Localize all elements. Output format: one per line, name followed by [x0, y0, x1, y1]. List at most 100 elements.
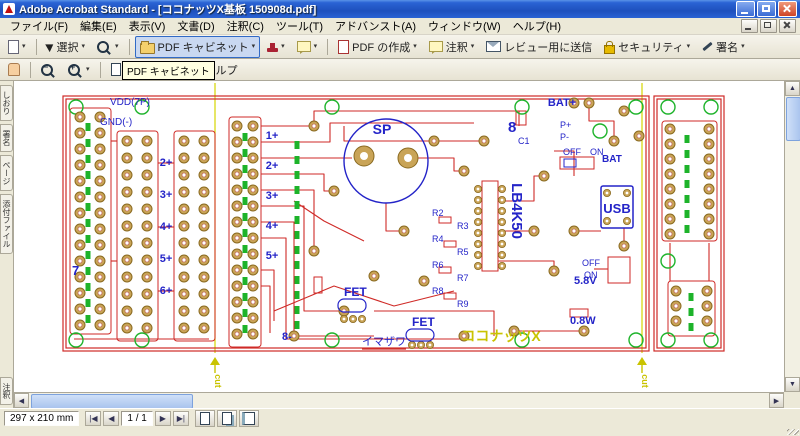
scroll-right-button[interactable]: ▶ [769, 393, 784, 408]
menu-document[interactable]: 文書(D) [171, 17, 220, 35]
sign-button[interactable]: 署名 ▾ [697, 36, 750, 58]
label-m3: 3+ [266, 190, 279, 202]
chevron-down-icon: ▾ [471, 43, 475, 50]
previous-page-button[interactable]: ◀ [103, 411, 119, 426]
label-m5: 5+ [266, 250, 279, 262]
label-4plus: 4+ [160, 221, 173, 233]
menu-edit[interactable]: 編集(E) [74, 17, 123, 35]
menu-help[interactable]: ヘルプ(H) [507, 17, 567, 35]
label-r7: R7 [457, 273, 469, 283]
menu-file[interactable]: ファイル(F) [4, 17, 74, 35]
sidebar-tab-comments[interactable]: 注釈 [0, 377, 13, 405]
label-r9: R9 [457, 299, 469, 309]
first-page-button[interactable]: |◀ [85, 411, 101, 426]
zoom-tool-button[interactable]: ▾ [92, 38, 124, 56]
mail-icon [486, 41, 501, 52]
select-tool-label: 選択 [57, 39, 79, 55]
sign-label: 署名 [716, 39, 738, 55]
scroll-down-button[interactable]: ▼ [785, 377, 800, 392]
send-for-review-label: レビュー用に送信 [504, 39, 592, 55]
resize-grip[interactable] [787, 429, 799, 435]
label-sp: SP [373, 121, 392, 137]
continuous-view-button[interactable] [217, 410, 237, 427]
vertical-scrollbar[interactable]: ▲ ▼ [784, 81, 800, 392]
sidebar-tab-signatures[interactable]: 署名 [0, 124, 13, 152]
main-toolbar: ▾ 選択 ▾ ▾ PDF キャビネット ▾ ▾ ▾ PDF の作成 ▾ 注釈 ▾… [0, 35, 800, 59]
security-label: セキュリティ [618, 39, 683, 55]
menu-window[interactable]: ウィンドウ(W) [422, 17, 507, 35]
page-navigation: |◀ ◀ 1 / 1 ▶ ▶| [85, 411, 188, 426]
create-pdf-button[interactable]: PDF の作成 ▾ [333, 36, 422, 58]
scroll-up-button[interactable]: ▲ [785, 81, 800, 96]
horizontal-scrollbar[interactable]: ◀ ▶ [14, 392, 784, 408]
hand-icon [8, 63, 20, 76]
comment-label: 注釈 [446, 39, 468, 55]
label-watt: 0.8W [570, 315, 596, 327]
label-5plus: 5+ [160, 253, 173, 265]
select-cursor-icon [45, 41, 56, 52]
minimize-button[interactable] [736, 1, 755, 17]
label-num8: 8 [508, 119, 516, 136]
actual-size-icon [111, 63, 121, 76]
acrobat-app-icon [3, 3, 15, 15]
label-2plus: 2+ [160, 157, 173, 169]
sidebar-tab-attachments[interactable]: 添付ファイル [0, 194, 13, 254]
hand-tool-button[interactable] [3, 60, 25, 79]
note-tool-button[interactable]: ▾ [292, 38, 323, 55]
label-gnd: GND(-) [100, 117, 132, 128]
facing-view-button[interactable] [239, 410, 259, 427]
pdf-cabinet-button[interactable]: PDF キャビネット ▾ [135, 36, 261, 58]
title-bar: Adobe Acrobat Standard - [ココナッツX基板 15090… [0, 0, 800, 18]
doc-minimize-button[interactable] [741, 19, 758, 33]
menu-advanced[interactable]: アドバンスト(A) [329, 17, 422, 35]
label-fet2: FET [412, 315, 435, 329]
doc-close-button[interactable] [779, 19, 796, 33]
sidebar-tab-pages[interactable]: ページ [0, 155, 13, 191]
menu-tools[interactable]: ツール(T) [270, 17, 329, 35]
chevron-down-icon: ▾ [314, 43, 318, 50]
menu-view[interactable]: 表示(V) [123, 17, 172, 35]
zoom-in-icon [68, 64, 80, 76]
label-r2: R2 [432, 208, 444, 218]
menu-comments[interactable]: 注釈(C) [221, 17, 270, 35]
select-tool-button[interactable]: 選択 ▾ [42, 36, 91, 58]
label-conn7: 7 [72, 263, 79, 278]
page-number-field[interactable]: 1 / 1 [121, 411, 152, 426]
doc-restore-button[interactable] [760, 19, 777, 33]
comment-button[interactable]: 注釈 ▾ [424, 36, 480, 58]
label-m1: 1+ [266, 130, 279, 142]
zoom-out-button[interactable] [36, 61, 61, 79]
horizontal-scroll-thumb[interactable] [31, 394, 193, 409]
label-r4: R4 [432, 234, 444, 244]
chevron-down-icon: ▾ [687, 43, 691, 50]
security-button[interactable]: セキュリティ ▾ [599, 36, 695, 58]
label-ic: LB4K50 [508, 183, 525, 239]
zoom-in-button[interactable]: ▾ [63, 61, 95, 79]
next-page-button[interactable]: ▶ [155, 411, 171, 426]
stamp-tool-button[interactable]: ▾ [262, 39, 290, 55]
label-m8: 8- [282, 331, 292, 343]
chevron-down-icon: ▾ [252, 43, 256, 50]
last-page-button[interactable]: ▶| [173, 411, 189, 426]
page-view-buttons [195, 410, 259, 427]
maximize-button[interactable] [757, 1, 776, 17]
facing-view-icon [242, 412, 255, 425]
create-pdf-shortcut-button[interactable]: ▾ [3, 37, 31, 57]
label-r6: R6 [432, 260, 444, 270]
sidebar-tab-bookmarks[interactable]: しおり [0, 85, 13, 121]
scroll-left-button[interactable]: ◀ [14, 393, 29, 408]
single-page-view-button[interactable] [195, 410, 215, 427]
chevron-down-icon: ▾ [741, 43, 745, 50]
vertical-scroll-thumb[interactable] [786, 97, 800, 141]
menu-bar: ファイル(F) 編集(E) 表示(V) 文書(D) 注釈(C) ツール(T) ア… [0, 18, 800, 35]
close-button[interactable] [778, 1, 797, 17]
label-r3: R3 [457, 221, 469, 231]
note-icon [297, 41, 311, 52]
lock-icon [604, 45, 615, 54]
label-p-minus: P- [560, 132, 569, 142]
window-title: Adobe Acrobat Standard - [ココナッツX基板 15090… [19, 1, 736, 17]
label-off2: OFF [582, 258, 600, 268]
document-page: VDD(7P) GND(-) 7 2+ 3+ 4+ 5+ 6+ 1+ 2+ 3+… [14, 81, 784, 392]
label-imazawa: イマザワ [362, 335, 406, 348]
send-for-review-button[interactable]: レビュー用に送信 [481, 36, 597, 58]
